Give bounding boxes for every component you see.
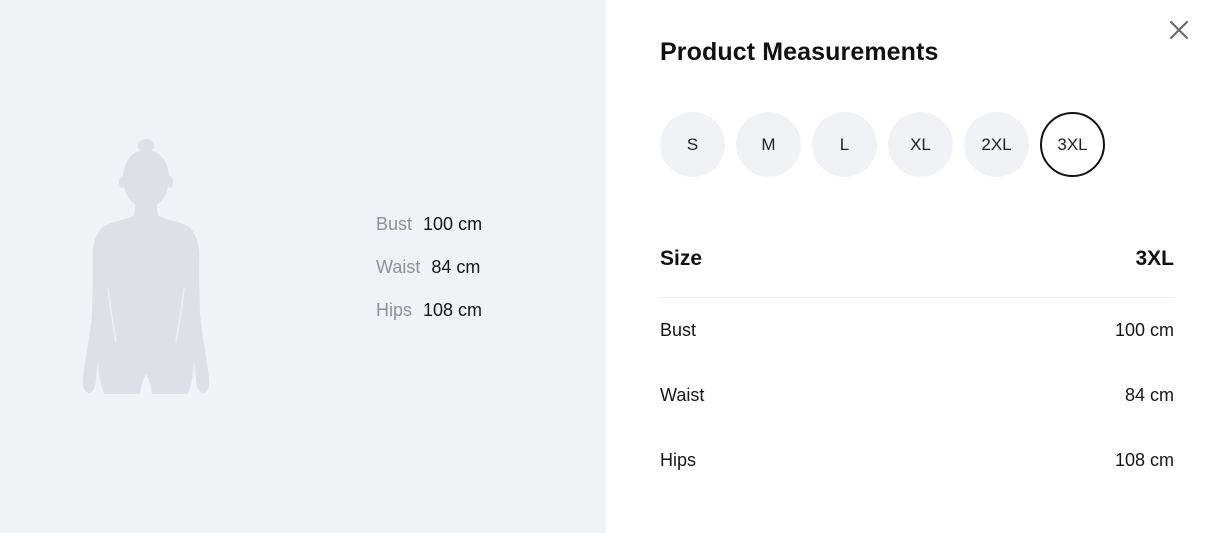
measurements-panel: Product Measurements S M L XL 2XL 3XL Si… [606,0,1206,533]
size-option-l[interactable]: L [812,112,877,177]
figure-measurement-waist: Waist 84 cm [376,255,482,298]
size-option-2xl[interactable]: 2XL [964,112,1029,177]
row-label: Bust [660,320,697,340]
size-selector: S M L XL 2XL 3XL [660,112,1116,177]
measurement-label: Hips [376,300,413,320]
figure-measurements: Bust 100 cm Waist 84 cm Hips 108 cm [376,212,482,341]
table-row: Waist 84 cm [660,363,1174,428]
close-icon [1169,20,1189,40]
selected-size-value: 3XL [1135,247,1174,270]
row-label: Waist [660,385,705,405]
row-label: Hips [660,450,697,470]
measurement-value: 84 cm [431,257,481,277]
close-button[interactable] [1166,17,1192,43]
figure-measurement-hips: Hips 108 cm [376,298,482,341]
measurement-label: Waist [376,257,421,277]
panel-title: Product Measurements [660,38,939,66]
table-row: Hips 108 cm [660,428,1174,493]
row-value: 100 cm [1114,320,1174,340]
measurement-label: Bust [376,214,413,234]
figure-measurement-bust: Bust 100 cm [376,212,482,255]
figure-panel: Bust 100 cm Waist 84 cm Hips 108 cm [0,0,606,533]
table-header: Size 3XL [660,236,1174,298]
size-option-s[interactable]: S [660,112,725,177]
table-row: Bust 100 cm [660,298,1174,363]
size-option-m[interactable]: M [736,112,801,177]
size-guide-modal: Bust 100 cm Waist 84 cm Hips 108 cm Prod… [0,0,1206,533]
row-value: 84 cm [1124,385,1174,405]
measurement-value: 100 cm [423,214,483,234]
measurements-table: Size 3XL Bust 100 cm Waist 84 cm Hips 10… [660,236,1174,493]
body-silhouette-icon [80,138,212,396]
row-value: 108 cm [1114,450,1174,470]
table-header-label: Size [660,247,703,270]
measurement-value: 108 cm [423,300,483,320]
size-option-xl[interactable]: XL [888,112,953,177]
size-option-3xl[interactable]: 3XL [1040,112,1105,177]
